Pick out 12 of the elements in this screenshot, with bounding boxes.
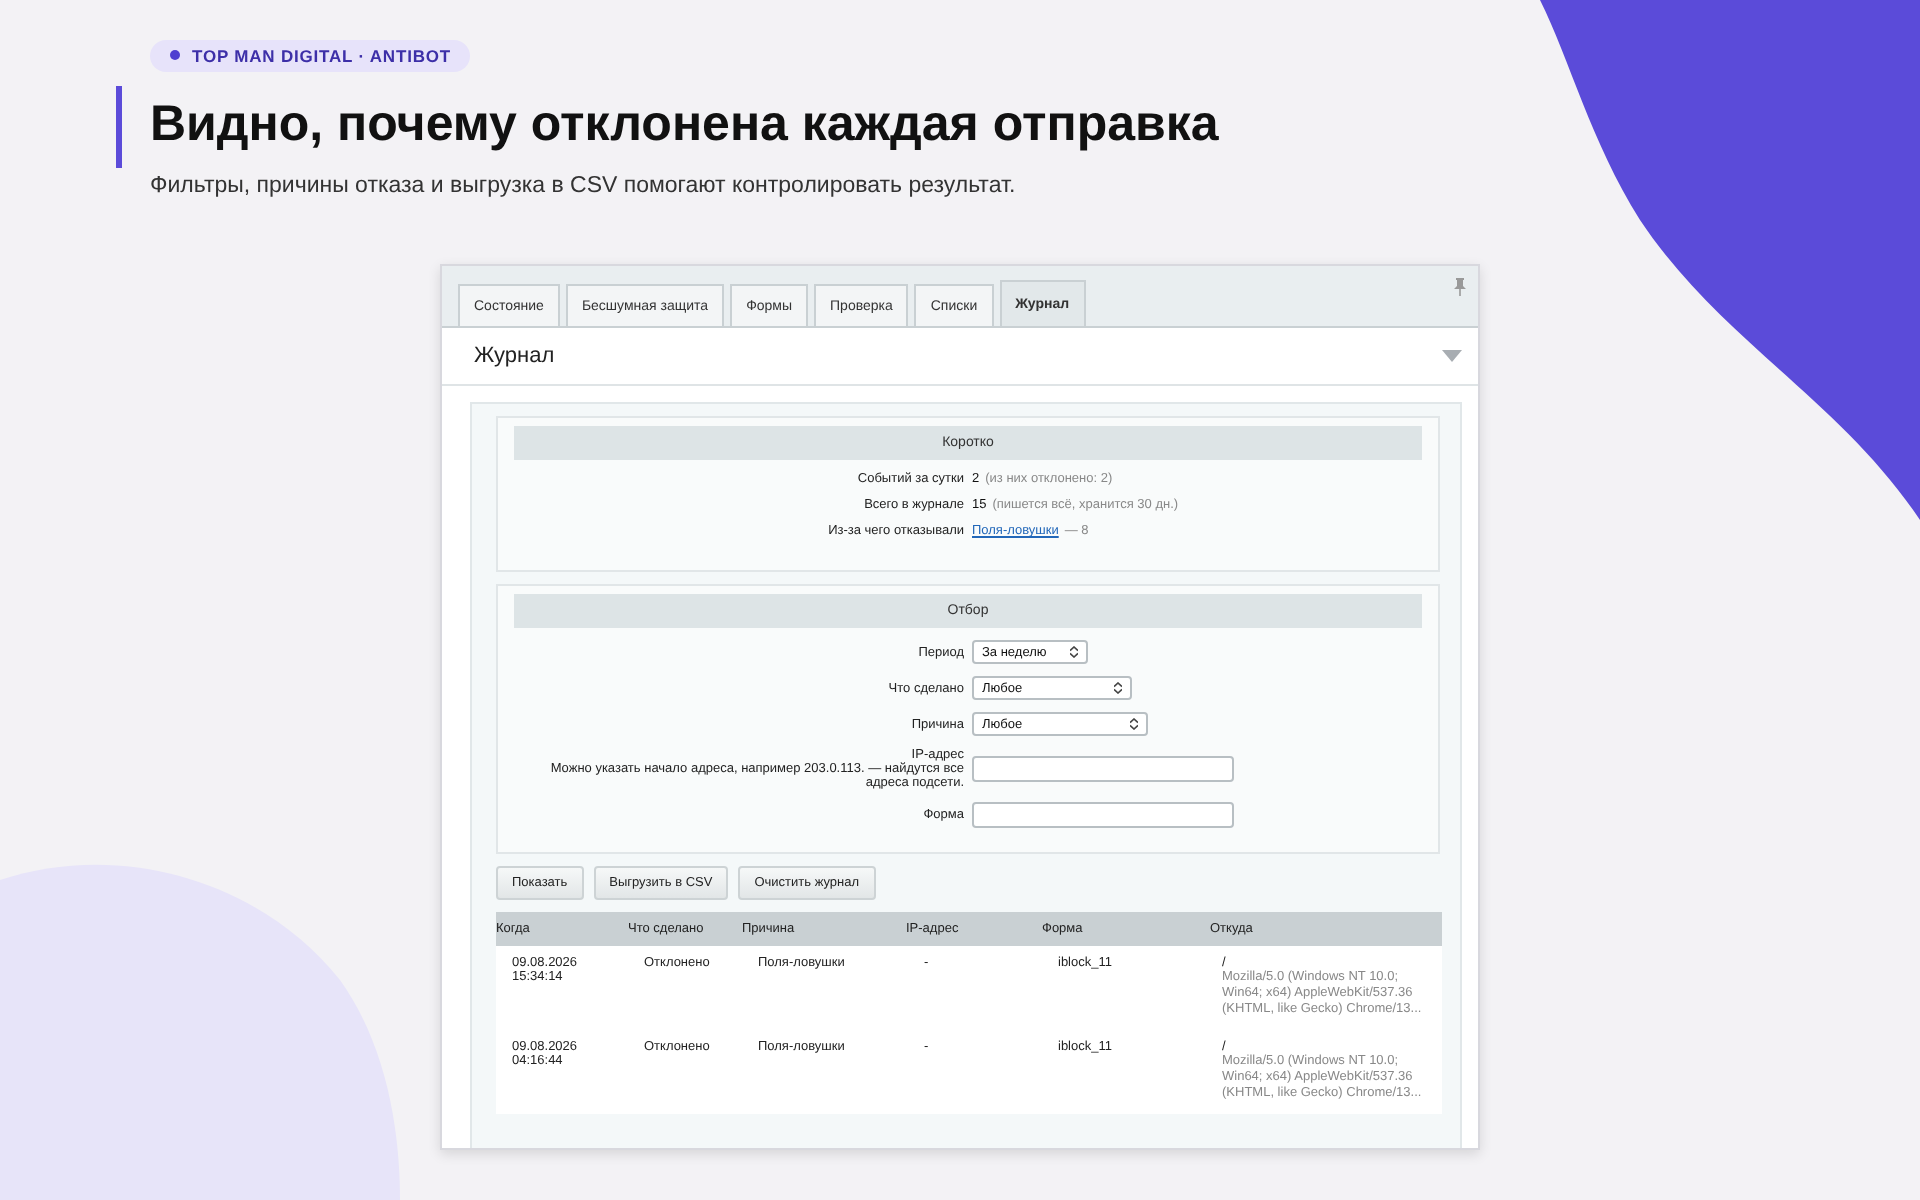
- chevron-icon: [1114, 682, 1122, 694]
- accent-bar: [116, 85, 122, 167]
- chevron-icon: [1070, 646, 1078, 658]
- input-field[interactable]: [972, 802, 1234, 828]
- page-subtitle: Фильтры, причины отказа и выгрузка в CSV помогают контролировать результат.: [150, 173, 1018, 197]
- pin-icon[interactable]: [1454, 278, 1466, 296]
- input-field[interactable]: [972, 756, 1234, 782]
- section-title: Журнал: [474, 344, 555, 368]
- page-title: Видно, почему отклонена каждая отправка: [150, 93, 1221, 155]
- chevron-icon: [1130, 718, 1138, 730]
- brand-badge: TOP MAN DIGITAL · ANTIBOT: [150, 39, 471, 71]
- caret-icon[interactable]: [1442, 350, 1462, 362]
